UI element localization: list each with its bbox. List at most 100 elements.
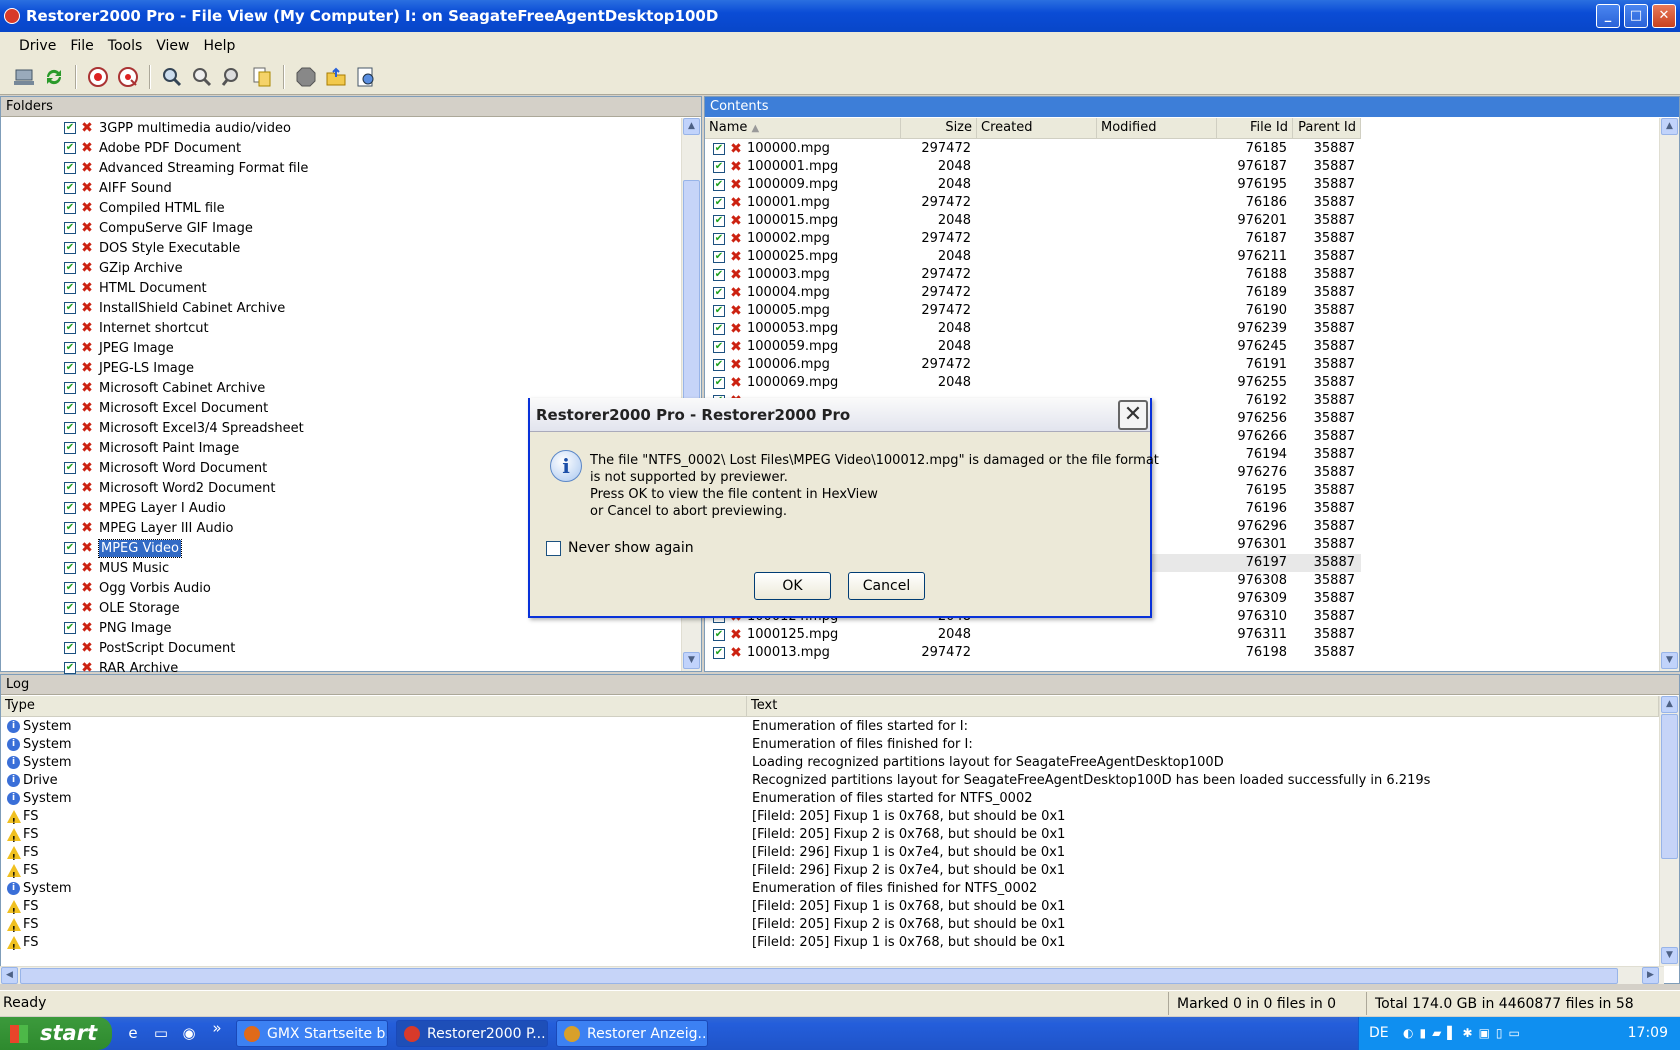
checkbox-checked-icon[interactable]: ✔ — [713, 359, 725, 371]
folder-item[interactable]: ✔ ✖ MPEG Layer I Audio — [1, 498, 226, 518]
folder-item[interactable]: ✔ ✖ PostScript Document — [1, 638, 235, 658]
checkbox-checked-icon[interactable]: ✔ — [713, 215, 725, 227]
checkbox-checked-icon[interactable]: ✔ — [64, 322, 76, 334]
checkbox-checked-icon[interactable]: ✔ — [64, 302, 76, 314]
checkbox-checked-icon[interactable]: ✔ — [64, 342, 76, 354]
checkbox-checked-icon[interactable]: ✔ — [713, 377, 725, 389]
checkbox-checked-icon[interactable]: ✔ — [713, 161, 725, 173]
checkbox-checked-icon[interactable]: ✔ — [64, 602, 76, 614]
tray-icons[interactable]: ◐▮▰▌✱▣▯▭ — [1403, 1017, 1526, 1050]
table-row[interactable]: ✔ ✖ 100001.mpg 297472 76186 35887 — [705, 194, 1657, 212]
col-file-id[interactable]: File Id — [1217, 118, 1293, 139]
col-name[interactable]: Name ▲ — [705, 118, 901, 139]
scroll-up-icon[interactable]: ▲ — [1661, 118, 1678, 135]
checkbox-checked-icon[interactable]: ✔ — [64, 462, 76, 474]
folder-item[interactable]: ✔ ✖ Microsoft Paint Image — [1, 438, 239, 458]
folder-item[interactable]: ✔ ✖ Microsoft Word Document — [1, 458, 267, 478]
log-row[interactable]: i System Enumeration of files started for … — [1, 790, 1657, 808]
checkbox-checked-icon[interactable]: ✔ — [64, 162, 76, 174]
log-row[interactable]: ! FS [FileId: 205] Fixup 1 is 0x768, but s… — [1, 808, 1657, 826]
folder-item[interactable]: ✔ ✖ 3GPP multimedia audio/video — [1, 118, 291, 138]
menu-help[interactable]: Help — [197, 38, 243, 54]
checkbox-checked-icon[interactable]: ✔ — [64, 622, 76, 634]
task-gmx[interactable]: GMX Startseite b... — [236, 1020, 388, 1047]
col-size[interactable]: Size — [901, 118, 977, 139]
table-row[interactable]: ✔ ✖ 1000015.mpg 2048 976201 35887 — [705, 212, 1657, 230]
checkbox-checked-icon[interactable]: ✔ — [64, 202, 76, 214]
table-row[interactable]: ✔ ✖ 1000025.mpg 2048 976211 35887 — [705, 248, 1657, 266]
scroll-down-icon[interactable]: ▼ — [1661, 947, 1678, 964]
dialog-close-icon[interactable]: ✕ — [1118, 400, 1148, 430]
checkbox-checked-icon[interactable]: ✔ — [713, 197, 725, 209]
log-row[interactable]: i System Loading recognized partitions lay… — [1, 754, 1657, 772]
ok-button[interactable]: OK — [754, 572, 831, 600]
folder-item[interactable]: ✔ ✖ Internet shortcut — [1, 318, 209, 338]
folder-item[interactable]: ✔ ✖ JPEG Image — [1, 338, 174, 358]
find-icon[interactable] — [220, 65, 244, 89]
checkbox-checked-icon[interactable]: ✔ — [64, 542, 76, 554]
log-row[interactable]: i Drive Recognized partitions layout for S… — [1, 772, 1657, 790]
table-row[interactable]: ✔ ✖ 100004.mpg 297472 76189 35887 — [705, 284, 1657, 302]
copy-icon[interactable] — [250, 65, 274, 89]
checkbox-checked-icon[interactable]: ✔ — [64, 242, 76, 254]
folder-item[interactable]: ✔ ✖ Advanced Streaming Format file — [1, 158, 308, 178]
log-row[interactable]: ! FS [FileId: 205] Fixup 2 is 0x768, but s… — [1, 916, 1657, 934]
log-row[interactable]: i System Enumeration of files finished for… — [1, 736, 1657, 754]
table-row[interactable]: ✔ ✖ 100003.mpg 297472 76188 35887 — [705, 266, 1657, 284]
scroll-thumb[interactable] — [20, 968, 1618, 984]
scroll-up-icon[interactable]: ▲ — [1661, 696, 1678, 713]
folder-item[interactable]: ✔ ✖ JPEG-LS Image — [1, 358, 194, 378]
col-modified[interactable]: Modified — [1097, 118, 1217, 139]
col-parent-id[interactable]: Parent Id — [1293, 118, 1361, 139]
col-created[interactable]: Created — [977, 118, 1097, 139]
checkbox-checked-icon[interactable]: ✔ — [713, 233, 725, 245]
folder-item[interactable]: ✔ ✖ Microsoft Cabinet Archive — [1, 378, 265, 398]
log-scrollbar[interactable]: ▲ ▼ — [1659, 696, 1679, 966]
language-indicator[interactable]: DE — [1369, 1017, 1389, 1050]
start-button[interactable]: start — [0, 1017, 112, 1050]
log-row[interactable]: i System Enumeration of files started for … — [1, 718, 1657, 736]
checkbox-checked-icon[interactable]: ✔ — [64, 662, 76, 674]
task-restorer-viewer[interactable]: Restorer Anzeig... — [556, 1020, 708, 1047]
log-row[interactable]: ! FS [FileId: 205] Fixup 1 is 0x768, but s… — [1, 898, 1657, 916]
checkbox-checked-icon[interactable]: ✔ — [64, 442, 76, 454]
close-button[interactable]: ✕ — [1652, 4, 1676, 28]
folder-item[interactable]: ✔ ✖ InstallShield Cabinet Archive — [1, 298, 285, 318]
folder-item[interactable]: ✔ ✖ CompuServe GIF Image — [1, 218, 253, 238]
table-row[interactable]: ✔ ✖ 1000053.mpg 2048 976239 35887 — [705, 320, 1657, 338]
folder-item[interactable]: ✔ ✖ PNG Image — [1, 618, 171, 638]
checkbox-checked-icon[interactable]: ✔ — [713, 269, 725, 281]
checkbox-checked-icon[interactable]: ✔ — [64, 262, 76, 274]
folder-item[interactable]: ✔ ✖ DOS Style Executable — [1, 238, 240, 258]
checkbox-checked-icon[interactable]: ✔ — [64, 282, 76, 294]
checkbox-checked-icon[interactable]: ✔ — [713, 179, 725, 191]
folder-item[interactable]: ✔ ✖ Adobe PDF Document — [1, 138, 241, 158]
table-row[interactable]: ✔ ✖ 100002.mpg 297472 76187 35887 — [705, 230, 1657, 248]
checkbox-checked-icon[interactable]: ✔ — [64, 122, 76, 134]
recover-icon[interactable] — [354, 65, 378, 89]
log-row[interactable]: ! FS [FileId: 296] Fixup 2 is 0x7e4, but s… — [1, 862, 1657, 880]
network-drive-icon[interactable] — [12, 65, 36, 89]
table-row[interactable]: ✔ ✖ 1000001.mpg 2048 976187 35887 — [705, 158, 1657, 176]
log-row[interactable]: ! FS [FileId: 296] Fixup 1 is 0x7e4, but s… — [1, 844, 1657, 862]
scroll-right-icon[interactable]: ▶ — [1642, 967, 1659, 984]
table-row[interactable]: ✔ ✖ 100000.mpg 297472 76185 35887 — [705, 140, 1657, 158]
menu-view[interactable]: View — [149, 38, 196, 54]
folder-item[interactable]: ✔ ✖ HTML Document — [1, 278, 207, 298]
folder-item[interactable]: ✔ ✖ MPEG Layer III Audio — [1, 518, 233, 538]
scroll-up-icon[interactable]: ▲ — [683, 118, 700, 135]
checkbox-checked-icon[interactable]: ✔ — [64, 362, 76, 374]
checkbox-checked-icon[interactable]: ✔ — [64, 642, 76, 654]
quicklaunch-overflow[interactable]: » — [208, 1019, 226, 1037]
table-row[interactable]: ✔ ✖ 1000069.mpg 2048 976255 35887 — [705, 374, 1657, 392]
contents-scrollbar[interactable]: ▲ ▼ — [1659, 118, 1679, 671]
cancel-button[interactable]: Cancel — [848, 572, 925, 600]
checkbox-checked-icon[interactable]: ✔ — [64, 582, 76, 594]
log-row[interactable]: ! FS [FileId: 205] Fixup 1 is 0x768, but s… — [1, 934, 1657, 952]
checkbox-checked-icon[interactable]: ✔ — [64, 182, 76, 194]
stop-icon[interactable] — [86, 65, 110, 89]
log-row[interactable]: i System Enumeration of files finished for… — [1, 880, 1657, 898]
menu-tools[interactable]: Tools — [101, 38, 150, 54]
folder-item[interactable]: ✔ ✖ AIFF Sound — [1, 178, 172, 198]
refresh-icon[interactable] — [42, 65, 66, 89]
